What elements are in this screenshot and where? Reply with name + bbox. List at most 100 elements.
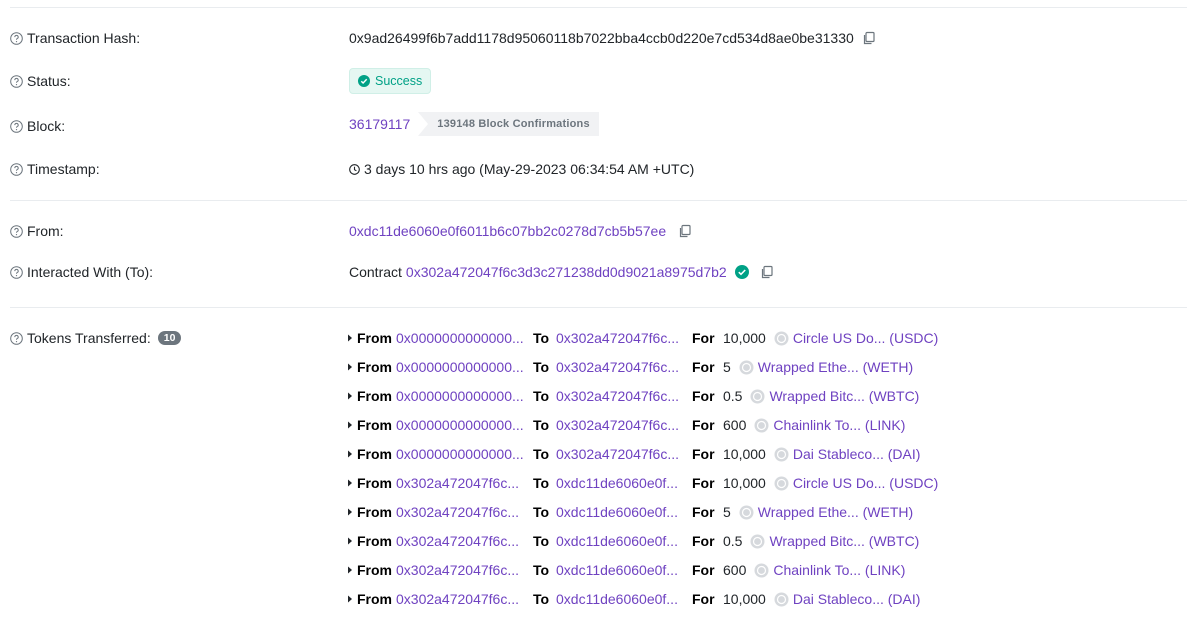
token-name-link[interactable]: Wrapped Bitc... (WBTC) (769, 388, 919, 404)
from-address-link[interactable]: 0xdc11de6060e0f6011b6c07bb2c0278d7cb5b57… (349, 223, 666, 239)
from-keyword: From (357, 359, 392, 375)
question-circle-icon[interactable] (10, 31, 23, 45)
question-circle-icon[interactable] (10, 265, 23, 279)
caret-right-icon[interactable] (347, 508, 357, 516)
transfer-amount-wrap: 600 Chainlink To... (LINK) (723, 417, 905, 433)
tx-hash-value-wrap: 0x9ad26499f6b7add1178d95060118b7022bba4c… (349, 26, 876, 50)
token-name-link[interactable]: Circle US Do... (USDC) (793, 330, 938, 346)
caret-right-icon[interactable] (347, 566, 357, 574)
timestamp-label: Timestamp: (10, 157, 100, 181)
tx-hash-value[interactable]: 0x9ad26499f6b7add1178d95060118b7022bba4c… (349, 30, 854, 46)
transfer-to-address[interactable]: 0xdc11de6060e0f... (556, 591, 683, 607)
transfer-from-address[interactable]: 0x302a472047f6c... (396, 591, 528, 607)
copy-icon[interactable] (760, 265, 774, 279)
transfer-amount: 600 (723, 562, 747, 578)
check-circle-icon (358, 75, 370, 87)
transfer-amount-wrap: 0.5 Wrapped Bitc... (WBTC) (723, 388, 919, 404)
transfer-amount-wrap: 10,000 Dai Stableco... (DAI) (723, 446, 920, 462)
from-label: From: (10, 219, 64, 243)
for-keyword: For (692, 475, 715, 491)
transfer-to-address[interactable]: 0xdc11de6060e0f... (556, 475, 683, 491)
from-keyword: From (357, 388, 392, 404)
caret-right-icon[interactable] (347, 450, 357, 458)
top-divider (10, 7, 1187, 8)
token-name-link[interactable]: Chainlink To... (LINK) (773, 417, 905, 433)
block-label: Block: (10, 114, 65, 138)
transfer-to-address[interactable]: 0x302a472047f6c... (556, 417, 683, 433)
transfer-amount: 5 (723, 504, 731, 520)
token-icon (754, 563, 769, 578)
transfer-amount-wrap: 10,000 Dai Stableco... (DAI) (723, 591, 920, 607)
transfer-amount: 600 (723, 417, 747, 433)
caret-right-icon[interactable] (347, 479, 357, 487)
to-keyword: To (533, 504, 550, 520)
transfer-to-address[interactable]: 0x302a472047f6c... (556, 359, 683, 375)
for-keyword: For (692, 446, 715, 462)
token-transfer-row: From 0x0000000000000... To 0x302a472047f6c.… (347, 327, 1147, 349)
question-circle-icon[interactable] (10, 162, 23, 176)
tx-hash-label-text: Transaction Hash: (27, 30, 141, 46)
transfer-to-address[interactable]: 0xdc11de6060e0f... (556, 504, 683, 520)
token-icon (774, 476, 789, 491)
caret-right-icon[interactable] (347, 595, 357, 603)
question-circle-icon[interactable] (10, 331, 23, 345)
token-name-link[interactable]: Dai Stableco... (DAI) (793, 591, 921, 607)
caret-right-icon[interactable] (347, 363, 357, 371)
from-value-wrap: 0xdc11de6060e0f6011b6c07bb2c0278d7cb5b57… (349, 219, 692, 243)
token-name-link[interactable]: Wrapped Bitc... (WBTC) (769, 533, 919, 549)
verified-icon (734, 265, 749, 279)
for-keyword: For (692, 533, 715, 549)
caret-right-icon[interactable] (347, 421, 357, 429)
copy-icon[interactable] (862, 31, 876, 45)
from-row: From: 0xdc11de6060e0f6011b6c07bb2c0278d7… (0, 219, 1187, 243)
transfer-to-address[interactable]: 0x302a472047f6c... (556, 388, 683, 404)
transfer-from-address[interactable]: 0x0000000000000... (396, 388, 528, 404)
transfer-from-address[interactable]: 0x0000000000000... (396, 330, 528, 346)
question-circle-icon[interactable] (10, 74, 23, 88)
transfer-from-address[interactable]: 0x302a472047f6c... (396, 504, 528, 520)
transfer-from-address[interactable]: 0x0000000000000... (396, 417, 528, 433)
caret-right-icon[interactable] (347, 537, 357, 545)
transfer-amount: 10,000 (723, 330, 766, 346)
transfer-to-address[interactable]: 0xdc11de6060e0f... (556, 533, 683, 549)
block-value-wrap: 36179117 139148 Block Confirmations (349, 112, 599, 136)
status-value-wrap: Success (349, 68, 432, 94)
contract-address-link[interactable]: 0x302a472047f6c3d3c271238dd0d9021a8975d7… (406, 264, 727, 280)
token-transfer-row: From 0x302a472047f6c... To 0xdc11de6060e0f.… (347, 501, 1147, 523)
token-icon (754, 418, 769, 433)
transfer-from-address[interactable]: 0x302a472047f6c... (396, 475, 528, 491)
transfer-from-address[interactable]: 0x302a472047f6c... (396, 562, 528, 578)
transfer-amount-wrap: 600 Chainlink To... (LINK) (723, 562, 905, 578)
token-name-link[interactable]: Wrapped Ethe... (WETH) (758, 359, 913, 375)
token-transfer-row: From 0x302a472047f6c... To 0xdc11de6060e0f.… (347, 588, 1147, 610)
transfer-from-address[interactable]: 0x0000000000000... (396, 446, 528, 462)
contract-prefix: Contract (349, 264, 402, 280)
question-circle-icon[interactable] (10, 119, 23, 133)
token-name-link[interactable]: Wrapped Ethe... (WETH) (758, 504, 913, 520)
to-keyword: To (533, 533, 550, 549)
to-keyword: To (533, 417, 550, 433)
token-name-link[interactable]: Chainlink To... (LINK) (773, 562, 905, 578)
block-label-text: Block: (27, 118, 66, 134)
caret-right-icon[interactable] (347, 392, 357, 400)
section-divider-2 (10, 307, 1187, 308)
token-icon (774, 331, 789, 346)
for-keyword: For (692, 359, 715, 375)
transfer-from-address[interactable]: 0x0000000000000... (396, 359, 528, 375)
question-circle-icon[interactable] (10, 224, 23, 238)
transfer-from-address[interactable]: 0x302a472047f6c... (396, 533, 528, 549)
transfer-to-address[interactable]: 0x302a472047f6c... (556, 446, 683, 462)
token-name-link[interactable]: Circle US Do... (USDC) (793, 475, 938, 491)
timestamp-value: 3 days 10 hrs ago (May-29-2023 06:34:54 … (364, 161, 695, 177)
from-keyword: From (357, 533, 392, 549)
transfer-to-address[interactable]: 0xdc11de6060e0f... (556, 562, 683, 578)
transfer-to-address[interactable]: 0x302a472047f6c... (556, 330, 683, 346)
caret-right-icon[interactable] (347, 334, 357, 342)
block-number-link[interactable]: 36179117 (349, 116, 410, 132)
token-transfer-row: From 0x302a472047f6c... To 0xdc11de6060e0f.… (347, 472, 1147, 494)
from-keyword: From (357, 475, 392, 491)
status-row: Status: Success (0, 68, 1187, 94)
copy-icon[interactable] (678, 224, 692, 238)
transfer-amount-wrap: 10,000 Circle US Do... (USDC) (723, 475, 938, 491)
token-name-link[interactable]: Dai Stableco... (DAI) (793, 446, 921, 462)
